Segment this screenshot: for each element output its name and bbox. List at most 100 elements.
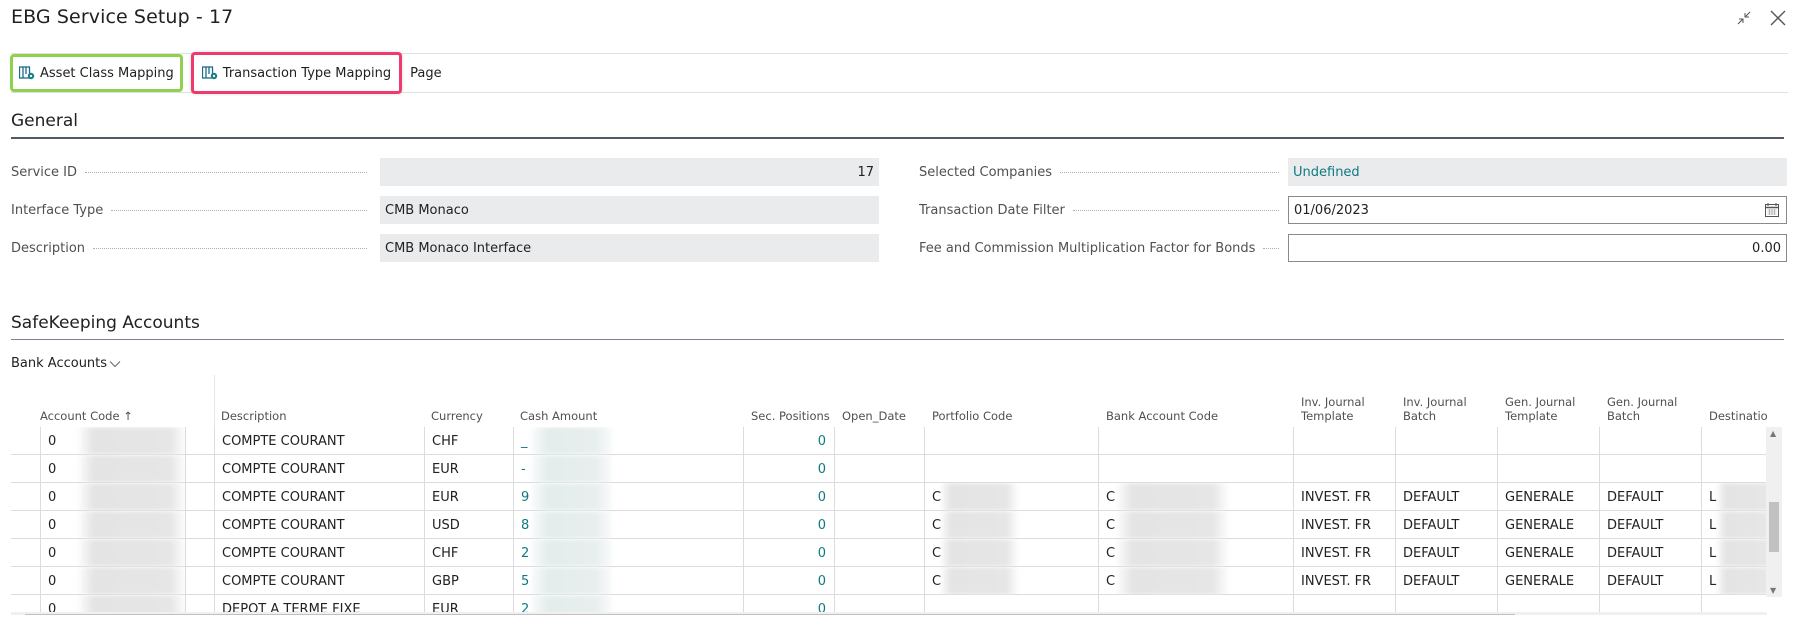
cell-bank-account-code[interactable] <box>1098 427 1293 455</box>
cell-inv-journal-template[interactable] <box>1293 427 1395 455</box>
cell-bank-account-code[interactable]: C <box>1098 567 1293 595</box>
table-row[interactable]: 0 COMPTE COURANT GBP 5 0 C C INVEST. FR DEFAULT G… <box>11 567 1767 595</box>
cell-account-code[interactable]: 0 <box>40 567 185 595</box>
cell-gen-journal-template[interactable]: GENERALE <box>1497 539 1599 567</box>
cell-gen-journal-template[interactable]: GENERALE <box>1497 567 1599 595</box>
column-header-description[interactable]: Description <box>221 409 287 423</box>
cell-bank-account-code[interactable]: C <box>1098 483 1293 511</box>
safekeeping-section-header[interactable]: SafeKeeping Accounts <box>11 313 1784 340</box>
cell-open-date[interactable] <box>834 483 924 511</box>
cell-description[interactable]: COMPTE COURANT <box>214 567 424 595</box>
column-header-open-date[interactable]: Open_Date <box>842 409 906 423</box>
cell-destination-code[interactable]: L <box>1701 511 1767 539</box>
scroll-left-arrow[interactable]: ◀ <box>14 614 20 615</box>
vertical-scrollbar-thumb[interactable] <box>1769 502 1779 552</box>
cell-portfolio-code[interactable]: C <box>924 483 1098 511</box>
cell-sec-positions[interactable]: 0 <box>743 511 834 539</box>
cell-portfolio-code[interactable] <box>924 455 1098 483</box>
cell-destination-code[interactable] <box>1701 455 1767 483</box>
column-header-cash-amount[interactable]: Cash Amount <box>520 409 597 423</box>
table-row[interactable]: 0 COMPTE COURANT CHF _ 0 <box>11 427 1767 455</box>
cell-bank-account-code[interactable] <box>1098 455 1293 483</box>
column-header-inv-journal-template[interactable]: Inv. Journal Template <box>1301 395 1381 423</box>
cell-account-code[interactable]: 0 <box>40 455 185 483</box>
transaction-date-filter-input[interactable]: 01/06/2023 <box>1288 196 1787 224</box>
page-menu-button[interactable]: Page <box>404 54 447 92</box>
cell-gen-journal-batch[interactable]: DEFAULT <box>1599 483 1701 511</box>
selected-companies-value[interactable]: Undefined <box>1288 158 1787 186</box>
horizontal-scrollbar[interactable]: ◀ ▶ <box>11 612 1767 615</box>
cell-account-code[interactable]: 0 <box>40 511 185 539</box>
cell-inv-journal-template[interactable] <box>1293 455 1395 483</box>
cell-currency[interactable]: CHF <box>424 427 513 455</box>
cell-sec-positions[interactable]: 0 <box>743 567 834 595</box>
table-row[interactable]: 0 COMPTE COURANT EUR 9 0 C C INVEST. FR DEFAULT G… <box>11 483 1767 511</box>
cell-inv-journal-batch[interactable]: DEFAULT <box>1395 511 1497 539</box>
cell-sec-positions[interactable]: 0 <box>743 427 834 455</box>
cell-inv-journal-template[interactable]: INVEST. FR <box>1293 567 1395 595</box>
cell-description[interactable]: COMPTE COURANT <box>214 455 424 483</box>
cell-inv-journal-template[interactable]: INVEST. FR <box>1293 511 1395 539</box>
column-header-gen-journal-batch[interactable]: Gen. Journal Batch <box>1607 395 1687 423</box>
cell-gen-journal-batch[interactable]: DEFAULT <box>1599 539 1701 567</box>
fee-commission-factor-input[interactable]: 0.00 <box>1288 234 1787 262</box>
cell-cash-amount[interactable]: 8 <box>513 511 743 539</box>
scroll-down-arrow[interactable]: ▼ <box>1770 586 1776 595</box>
column-header-currency[interactable]: Currency <box>431 409 483 423</box>
table-row[interactable]: 0 COMPTE COURANT CHF 2 0 C C INVEST. FR DEFAULT G… <box>11 539 1767 567</box>
cell-description[interactable]: COMPTE COURANT <box>214 511 424 539</box>
cell-cash-amount[interactable]: _ <box>513 427 743 455</box>
cell-bank-account-code[interactable]: C <box>1098 511 1293 539</box>
column-header-account-code[interactable]: Account Code ↑ <box>40 409 133 423</box>
cell-description[interactable]: COMPTE COURANT <box>214 427 424 455</box>
cell-destination-code[interactable]: L <box>1701 483 1767 511</box>
cell-cash-amount[interactable]: - <box>513 455 743 483</box>
column-header-inv-journal-batch[interactable]: Inv. Journal Batch <box>1403 395 1483 423</box>
cell-portfolio-code[interactable]: C <box>924 567 1098 595</box>
cell-account-code[interactable]: 0 <box>40 539 185 567</box>
cell-gen-journal-template[interactable] <box>1497 427 1599 455</box>
collapse-button[interactable] <box>1734 8 1754 28</box>
table-row[interactable]: 0 COMPTE COURANT USD 8 0 C C INVEST. FR DEFAULT G… <box>11 511 1767 539</box>
cell-inv-journal-template[interactable]: INVEST. FR <box>1293 483 1395 511</box>
cell-currency[interactable]: EUR <box>424 455 513 483</box>
column-header-bank-account-code[interactable]: Bank Account Code <box>1106 409 1218 423</box>
cell-sec-positions[interactable]: 0 <box>743 483 834 511</box>
cell-destination-code[interactable]: L <box>1701 567 1767 595</box>
cell-currency[interactable]: USD <box>424 511 513 539</box>
cell-description[interactable]: COMPTE COURANT <box>214 483 424 511</box>
cell-cash-amount[interactable]: 5 <box>513 567 743 595</box>
cell-portfolio-code[interactable]: C <box>924 511 1098 539</box>
cell-gen-journal-batch[interactable] <box>1599 427 1701 455</box>
column-header-gen-journal-template[interactable]: Gen. Journal Template <box>1505 395 1585 423</box>
column-header-portfolio-code[interactable]: Portfolio Code <box>932 409 1012 423</box>
cell-open-date[interactable] <box>834 427 924 455</box>
cell-open-date[interactable] <box>834 567 924 595</box>
cell-portfolio-code[interactable] <box>924 427 1098 455</box>
cell-description[interactable]: COMPTE COURANT <box>214 539 424 567</box>
cell-currency[interactable]: EUR <box>424 483 513 511</box>
cell-gen-journal-template[interactable]: GENERALE <box>1497 511 1599 539</box>
asset-class-mapping-button[interactable]: Asset Class Mapping <box>10 54 183 92</box>
cell-currency[interactable]: GBP <box>424 567 513 595</box>
cell-gen-journal-batch[interactable]: DEFAULT <box>1599 567 1701 595</box>
cell-currency[interactable]: CHF <box>424 539 513 567</box>
column-header-destination-code[interactable]: Destination Co <box>1709 409 1767 423</box>
cell-inv-journal-batch[interactable] <box>1395 455 1497 483</box>
cell-portfolio-code[interactable]: C <box>924 539 1098 567</box>
column-header-sec-positions[interactable]: Sec. Positions <box>751 409 830 423</box>
cell-inv-journal-batch[interactable]: DEFAULT <box>1395 539 1497 567</box>
cell-gen-journal-batch[interactable] <box>1599 455 1701 483</box>
cell-account-code[interactable]: 0 <box>40 427 185 455</box>
cell-open-date[interactable] <box>834 511 924 539</box>
cell-destination-code[interactable] <box>1701 427 1767 455</box>
cell-inv-journal-batch[interactable]: DEFAULT <box>1395 483 1497 511</box>
cell-inv-journal-batch[interactable] <box>1395 427 1497 455</box>
scroll-up-arrow[interactable]: ▲ <box>1770 429 1776 438</box>
bank-accounts-menu[interactable]: Bank Accounts <box>11 356 121 371</box>
close-button[interactable] <box>1768 8 1788 28</box>
cell-inv-journal-batch[interactable]: DEFAULT <box>1395 567 1497 595</box>
cell-gen-journal-template[interactable] <box>1497 455 1599 483</box>
cell-inv-journal-template[interactable]: INVEST. FR <box>1293 539 1395 567</box>
scroll-right-arrow[interactable]: ▶ <box>1758 614 1764 615</box>
